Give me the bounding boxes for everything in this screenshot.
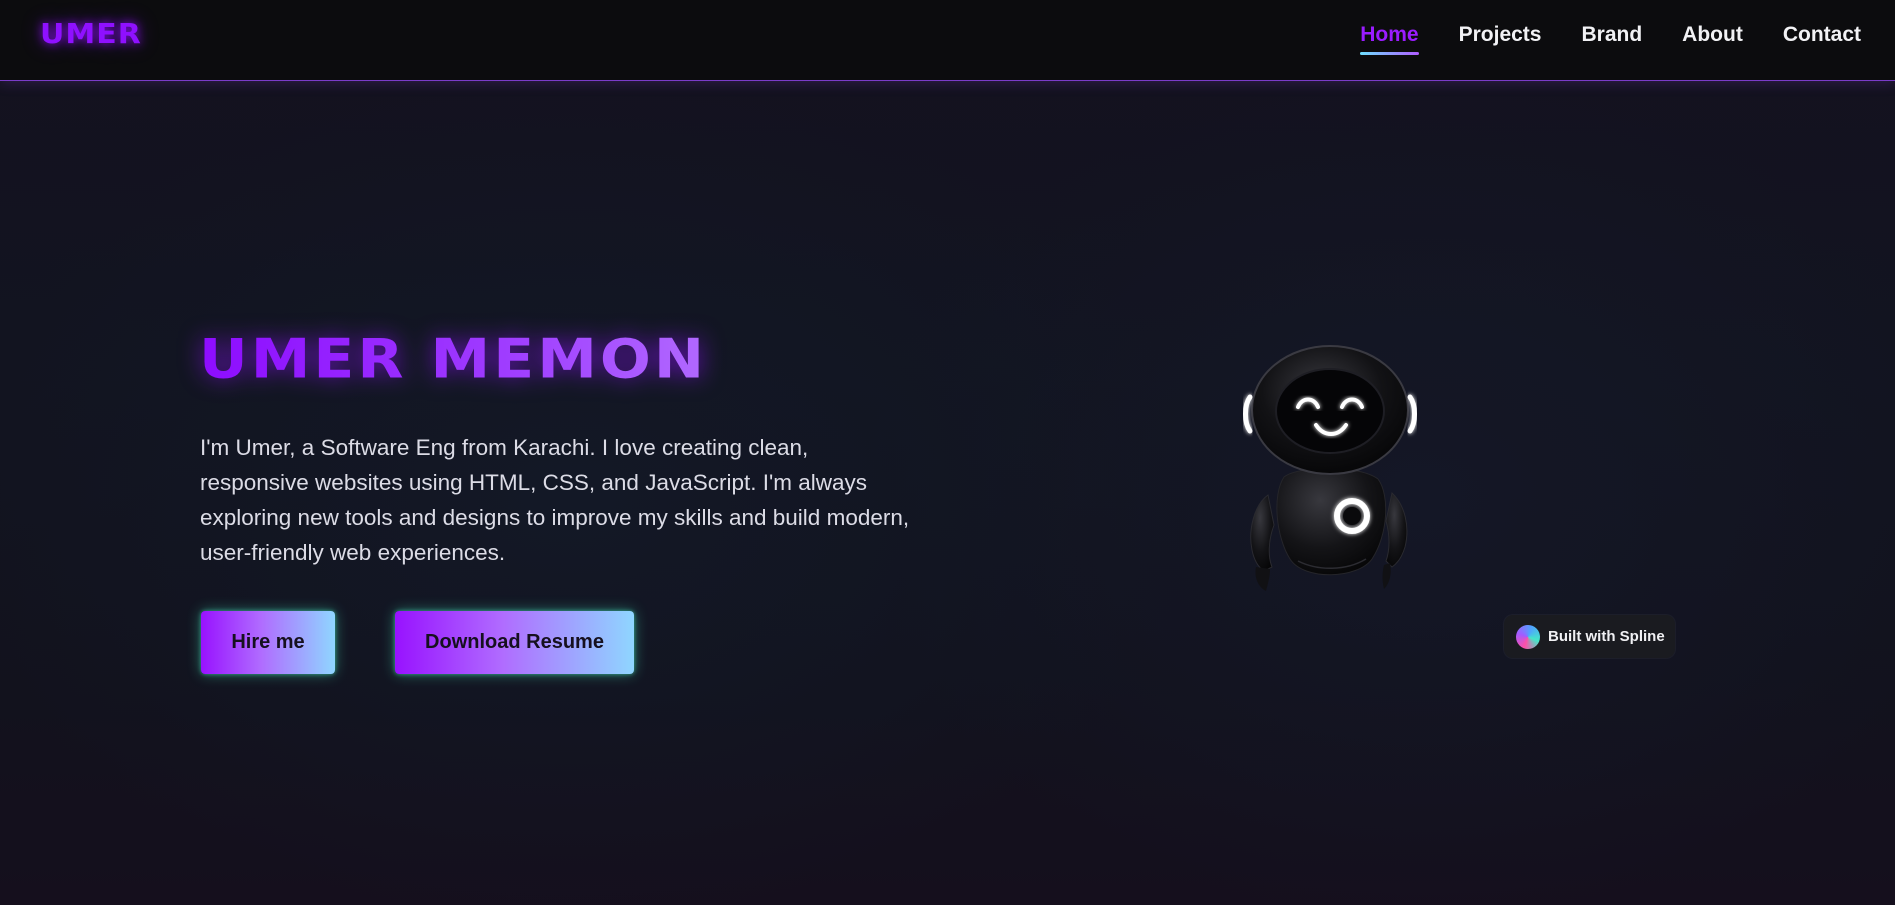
download-resume-button[interactable]: Download Resume xyxy=(395,611,634,674)
built-with-spline-badge[interactable]: Built with Spline xyxy=(1504,615,1675,658)
spline-badge-label: Built with Spline xyxy=(1548,628,1665,645)
hire-me-button[interactable]: Hire me xyxy=(201,611,335,674)
nav-link-brand[interactable]: Brand xyxy=(1581,23,1642,53)
nav-link-about[interactable]: About xyxy=(1682,23,1743,53)
page: UMER Home Projects Brand About Contact U… xyxy=(0,0,1895,905)
logo[interactable]: UMER xyxy=(40,18,142,50)
nav-link-home[interactable]: Home xyxy=(1360,23,1419,55)
main-nav: Home Projects Brand About Contact xyxy=(1360,23,1861,55)
robot-illustration[interactable] xyxy=(1240,345,1420,613)
navbar: UMER Home Projects Brand About Contact xyxy=(0,0,1895,81)
hero-description: I'm Umer, a Software Eng from Karachi. I… xyxy=(200,435,910,565)
hero-title: UMER MEMON xyxy=(199,328,708,391)
spline-logo-icon xyxy=(1516,624,1540,649)
nav-link-projects[interactable]: Projects xyxy=(1459,23,1542,53)
nav-link-contact[interactable]: Contact xyxy=(1783,23,1861,53)
